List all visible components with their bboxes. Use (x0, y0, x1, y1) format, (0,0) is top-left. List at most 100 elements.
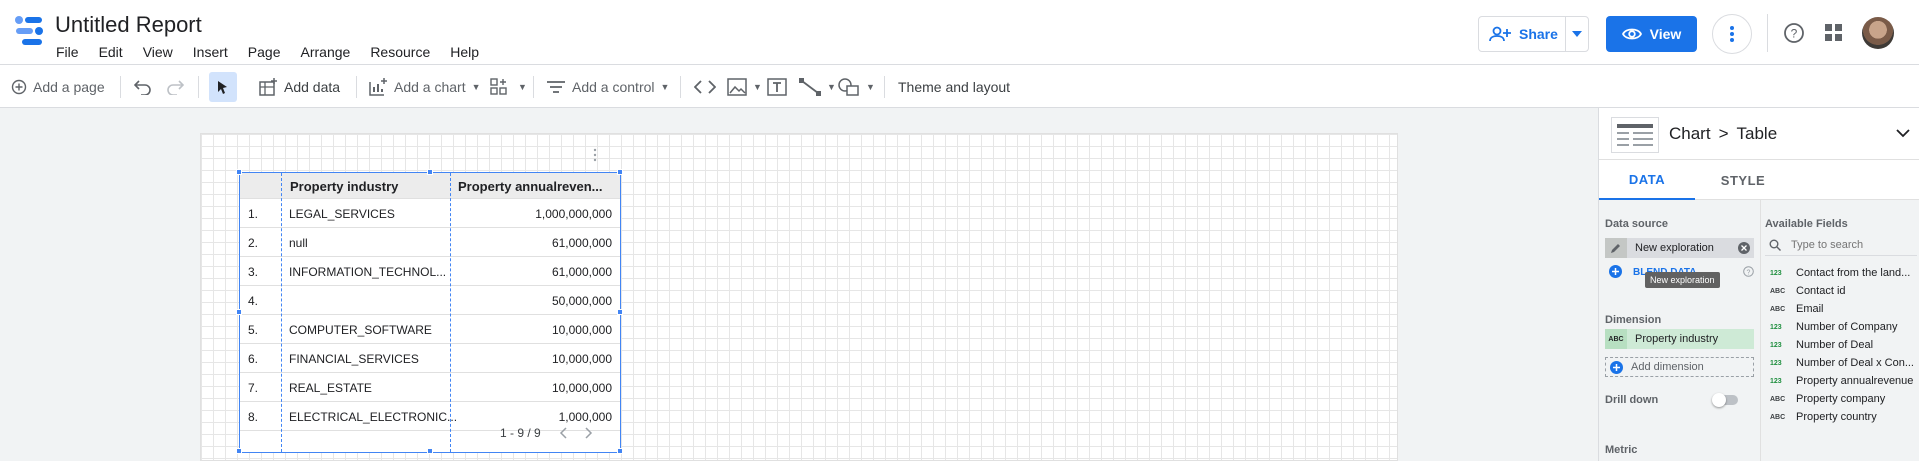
toolbar-divider (884, 76, 885, 98)
resize-handle[interactable] (236, 309, 242, 315)
line-button[interactable]: ▼ (799, 66, 836, 108)
menu-page[interactable]: Page (248, 44, 281, 60)
available-field-item[interactable]: ABC Email (1770, 303, 1824, 315)
menu-file[interactable]: File (56, 44, 79, 60)
menu-help[interactable]: Help (450, 44, 479, 60)
table-row[interactable]: 3. INFORMATION_TECHNOL... 61,000,000 (240, 257, 620, 286)
table-row[interactable]: 6. FINANCIAL_SERVICES 10,000,000 (240, 344, 620, 373)
dropdown-caret-icon: ▼ (471, 82, 481, 92)
table-chart[interactable]: Property industry Property annualreven..… (236, 169, 623, 454)
help-icon[interactable]: ? (1783, 22, 1805, 44)
dropdown-caret-icon: ▼ (753, 82, 762, 92)
tooltip: New exploration (1645, 272, 1720, 288)
breadcrumb-separator: > (1718, 124, 1729, 143)
row-number: 7. (248, 380, 259, 395)
available-field-item[interactable]: 123 Contact from the land... (1770, 267, 1910, 279)
toolbar-divider (198, 76, 199, 98)
menu-bar: File Edit View Insert Page Arrange Resou… (56, 44, 499, 60)
search-icon (1769, 239, 1781, 251)
add-circle-icon[interactable] (1609, 265, 1622, 278)
dimension-chip[interactable]: ABC Property industry (1605, 329, 1754, 349)
more-options-button[interactable] (1712, 14, 1752, 54)
dropdown-caret-icon: ▼ (827, 82, 836, 92)
view-label: View (1649, 26, 1682, 42)
user-avatar[interactable] (1862, 17, 1894, 49)
share-dropdown-button[interactable] (1566, 31, 1588, 37)
share-button[interactable]: Share (1479, 17, 1567, 51)
add-chart-button[interactable]: Add a chart ▼ (368, 66, 481, 108)
chevron-right-icon[interactable] (585, 427, 593, 439)
available-field-item[interactable]: 123 Number of Company (1770, 321, 1898, 333)
dropdown-caret-icon: ▼ (660, 82, 670, 92)
resize-handle[interactable] (427, 169, 433, 175)
available-field-item[interactable]: ABC Property country (1770, 411, 1877, 423)
data-source-chip[interactable]: New exploration (1605, 238, 1754, 258)
image-icon (727, 78, 747, 96)
menu-insert[interactable]: Insert (193, 44, 228, 60)
menu-view[interactable]: View (143, 44, 173, 60)
table-row[interactable]: 1. LEGAL_SERVICES 1,000,000,000 (240, 199, 620, 228)
toolbar-divider (680, 76, 681, 98)
apps-grid-icon[interactable] (1825, 24, 1843, 42)
undo-icon[interactable] (134, 79, 152, 95)
menu-arrange[interactable]: Arrange (301, 44, 351, 60)
remove-circle-icon[interactable] (1738, 242, 1750, 254)
add-control-button[interactable]: Add a control ▼ (546, 66, 669, 108)
more-vert-icon (1730, 26, 1734, 42)
resize-handle[interactable] (236, 448, 242, 454)
tab-data[interactable]: DATA (1599, 160, 1695, 200)
available-field-item[interactable]: ABC Contact id (1770, 285, 1846, 297)
add-chart-icon (369, 78, 387, 96)
field-name: Property company (1796, 393, 1886, 405)
column-header-revenue[interactable]: Property annualreven... (458, 173, 603, 199)
table-row[interactable]: 5. COMPUTER_SOFTWARE 10,000,000 (240, 315, 620, 344)
add-page-button[interactable]: Add a page (11, 66, 105, 108)
number-type-icon: 123 (1770, 341, 1782, 349)
row-number: 2. (248, 235, 259, 250)
resize-handle[interactable] (617, 309, 623, 315)
resize-handle[interactable] (236, 169, 242, 175)
table-row[interactable]: 7. REAL_ESTATE 10,000,000 (240, 373, 620, 402)
theme-layout-button[interactable]: Theme and layout (898, 66, 1010, 108)
available-field-item[interactable]: 123 Number of Deal (1770, 339, 1873, 351)
resize-handle[interactable] (617, 448, 623, 454)
view-button[interactable]: View (1606, 16, 1697, 52)
tab-style[interactable]: STYLE (1695, 160, 1791, 200)
column-header-industry[interactable]: Property industry (290, 173, 398, 199)
field-search[interactable] (1765, 234, 1917, 256)
resize-handle[interactable] (427, 448, 433, 454)
code-embed-icon[interactable] (694, 79, 716, 95)
add-dimension-label: Add dimension (1631, 361, 1704, 373)
select-tool-button[interactable] (209, 72, 237, 102)
drag-handle-icon[interactable] (592, 148, 598, 162)
drill-down-toggle[interactable] (1712, 393, 1738, 407)
community-viz-button[interactable]: ▼ (490, 66, 527, 108)
add-data-button[interactable]: Add data (258, 66, 340, 108)
image-button[interactable]: ▼ (727, 66, 762, 108)
resize-handle[interactable] (617, 169, 623, 175)
menu-edit[interactable]: Edit (99, 44, 123, 60)
text-box-icon[interactable] (767, 78, 787, 96)
shape-button[interactable]: ▼ (838, 66, 875, 108)
chevron-left-icon[interactable] (559, 427, 567, 439)
available-field-item[interactable]: ABC Property company (1770, 393, 1885, 405)
redo-icon[interactable] (166, 79, 184, 95)
report-title[interactable]: Untitled Report (55, 12, 202, 38)
field-name: Number of Deal x Con... (1796, 357, 1914, 369)
menu-resource[interactable]: Resource (370, 44, 430, 60)
add-control-label: Add a control (572, 79, 655, 95)
add-dimension-button[interactable]: Add dimension (1605, 357, 1754, 377)
revenue-cell: 10,000,000 (551, 322, 612, 337)
help-icon[interactable]: ? (1743, 266, 1754, 277)
breadcrumb-chart: Chart (1669, 124, 1711, 143)
table-row[interactable]: 2. null 61,000,000 (240, 228, 620, 257)
table-row[interactable]: 4. 50,000,000 (240, 286, 620, 315)
toolbar: Add a page Add data Add a chart ▼ ▼ Add … (0, 66, 1919, 108)
available-field-item[interactable]: 123 Property annualrevenue (1770, 375, 1913, 387)
field-search-input[interactable] (1791, 238, 1901, 251)
available-field-item[interactable]: 123 Number of Deal x Con... (1770, 357, 1914, 369)
field-name: Contact id (1796, 285, 1846, 297)
chevron-down-icon[interactable] (1896, 129, 1910, 138)
dropdown-caret-icon (1572, 31, 1583, 37)
edit-pencil-icon[interactable] (1605, 238, 1627, 258)
